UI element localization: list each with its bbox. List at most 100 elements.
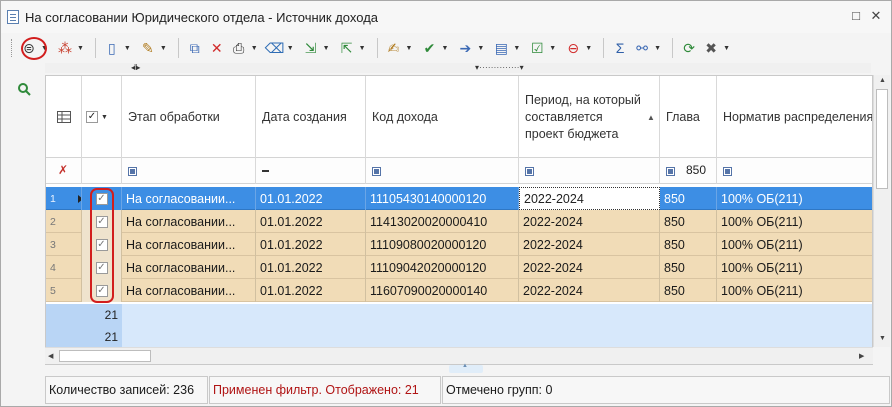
dropdown-arrow-icon[interactable]: ▼	[477, 45, 484, 52]
search-icon[interactable]	[17, 82, 31, 96]
group-summary-row[interactable]: 21	[46, 326, 872, 348]
dropdown-arrow-icon[interactable]: ▼	[723, 45, 730, 52]
cell-period[interactable]: 2022-2024	[519, 233, 660, 256]
cell-code[interactable]: 11607090020000140	[366, 279, 519, 302]
archive-button[interactable]: ▤ ▼	[490, 36, 526, 60]
multi-select-button[interactable]: ⁂ ▼	[54, 36, 90, 60]
select-all-header[interactable]: ✓ ▼	[82, 76, 122, 158]
filter-condition-icon[interactable]	[128, 167, 137, 176]
scroll-down-icon[interactable]: ▼	[879, 335, 886, 342]
dropdown-arrow-icon[interactable]: ▼	[251, 45, 258, 52]
column-chooser-cell[interactable]	[46, 76, 82, 158]
cell-date[interactable]: 01.01.2022	[256, 187, 366, 210]
close-button[interactable]: ✕	[869, 8, 883, 24]
document-edit-button[interactable]: ✍ ▼	[383, 36, 419, 60]
print-button[interactable]: ⎙ ▼	[228, 36, 264, 60]
dropdown-arrow-icon[interactable]: ▼	[359, 45, 366, 52]
filter-code[interactable]	[366, 158, 519, 184]
row-number-cell[interactable]: 5	[46, 279, 82, 302]
cell-code[interactable]: 11105430140000120	[366, 187, 519, 210]
filter-condition-icon[interactable]	[666, 167, 675, 176]
dropdown-arrow-icon[interactable]: ▼	[287, 45, 294, 52]
filter-stage[interactable]	[122, 158, 256, 184]
check-document-button[interactable]: ☑ ▼	[526, 36, 562, 60]
cell-stage[interactable]: На согласовании...	[122, 279, 256, 302]
cell-stage[interactable]: На согласовании...	[122, 210, 256, 233]
cell-date[interactable]: 01.01.2022	[256, 256, 366, 279]
table-row[interactable]: 4 ✓ На согласовании... 01.01.2022 1110904202…	[46, 256, 872, 279]
column-header-chapter[interactable]: Глава	[660, 76, 717, 158]
cell-period[interactable]: 2022-2024	[519, 187, 660, 210]
export-button[interactable]: ⇱ ▼	[336, 36, 372, 60]
table-row[interactable]: 2 ✓ На согласовании... 01.01.2022 1141302002…	[46, 210, 872, 233]
import-button[interactable]: ⇲ ▼	[300, 36, 336, 60]
column-header-period[interactable]: Период, на который составляется проект б…	[519, 76, 660, 158]
filter-condition-icon[interactable]	[723, 167, 732, 176]
cell-stage[interactable]: На согласовании...	[122, 256, 256, 279]
dropdown-arrow-icon[interactable]: ▼	[513, 45, 520, 52]
cell-norm[interactable]: 100% ОБ(211)	[717, 233, 872, 256]
cell-code[interactable]: 11109042020000120	[366, 256, 519, 279]
group-summary-row[interactable]: 21	[46, 304, 872, 326]
dropdown-arrow-icon[interactable]: ▼	[160, 45, 167, 52]
approve-button[interactable]: ✔ ▼	[418, 36, 454, 60]
clear-button[interactable]: ⌫ ▼	[264, 36, 300, 60]
maximize-button[interactable]: □	[849, 8, 863, 23]
column-header-code[interactable]: Код дохода	[366, 76, 519, 158]
dropdown-arrow-icon[interactable]: ▼	[654, 45, 661, 52]
filter-date[interactable]	[256, 158, 366, 184]
filter-check-cell[interactable]	[82, 158, 122, 184]
scroll-right-icon[interactable]: ▶	[859, 352, 864, 360]
cell-stage[interactable]: На согласовании...	[122, 187, 256, 210]
cell-date[interactable]: 01.01.2022	[256, 279, 366, 302]
dropdown-arrow-icon[interactable]: ▼	[77, 45, 84, 52]
row-number-cell[interactable]: 4	[46, 256, 82, 279]
cell-date[interactable]: 01.01.2022	[256, 210, 366, 233]
horizontal-scroll-thumb[interactable]	[59, 350, 151, 362]
table-row[interactable]: 1 ✓ На согласовании... 01.01.2022 1110543014…	[46, 187, 872, 210]
filter-condition-icon[interactable]	[372, 167, 381, 176]
cell-norm[interactable]: 100% ОБ(211)	[717, 279, 872, 302]
edit-document-button[interactable]: ✎ ▼	[137, 36, 173, 60]
splitter-handle-right[interactable]: ▾ · · · · · · · · · · · · · · ▾	[475, 63, 524, 72]
scroll-left-icon[interactable]: ◀	[48, 352, 53, 360]
dropdown-arrow-icon[interactable]: ▼	[124, 45, 131, 52]
filter-period[interactable]	[519, 158, 660, 184]
row-number-cell[interactable]: 1	[46, 187, 82, 210]
cell-code[interactable]: 11109080020000120	[366, 233, 519, 256]
filter-condition-icon[interactable]	[525, 167, 534, 176]
cell-chapter[interactable]: 850	[660, 210, 717, 233]
cell-date[interactable]: 01.01.2022	[256, 233, 366, 256]
dropdown-arrow-icon[interactable]: ▼	[406, 45, 413, 52]
scroll-up-icon[interactable]: ▲	[879, 77, 886, 84]
vertical-scroll-thumb[interactable]	[876, 89, 888, 189]
cell-period[interactable]: 2022-2024	[519, 279, 660, 302]
cell-period[interactable]: 2022-2024	[519, 256, 660, 279]
cell-norm[interactable]: 100% ОБ(211)	[717, 187, 872, 210]
bottom-panel-splitter[interactable]	[449, 363, 483, 373]
dropdown-arrow-icon[interactable]: ▼	[549, 45, 556, 52]
dropdown-arrow-icon[interactable]: ▼	[323, 45, 330, 52]
select-all-dropdown-icon[interactable]: ▼	[101, 109, 108, 126]
copy-button[interactable]: ⧉	[184, 36, 206, 60]
dropdown-arrow-icon[interactable]: ▼	[585, 45, 592, 52]
cell-chapter[interactable]: 850	[660, 256, 717, 279]
cell-stage[interactable]: На согласовании...	[122, 233, 256, 256]
filter-chapter-value[interactable]: 850	[686, 163, 706, 177]
table-row[interactable]: 5 ✓ На согласовании... 01.01.2022 1160709002…	[46, 279, 872, 302]
link-button[interactable]: ⚯ ▼	[631, 36, 667, 60]
cell-norm[interactable]: 100% ОБ(211)	[717, 210, 872, 233]
column-header-date[interactable]: Дата создания	[256, 76, 366, 158]
cell-chapter[interactable]: 850	[660, 187, 717, 210]
table-row[interactable]: 3 ✓ На согласовании... 01.01.2022 1110908002…	[46, 233, 872, 256]
dropdown-arrow-icon[interactable]: ▼	[441, 45, 448, 52]
filter-condition-minus-icon[interactable]	[262, 170, 269, 172]
column-header-stage[interactable]: Этап обработки	[122, 76, 256, 158]
horizontal-scrollbar[interactable]: ◀ ▶	[45, 347, 873, 364]
reject-button[interactable]: ⊖ ▼	[562, 36, 598, 60]
splitter-handle-left[interactable]: ◂‖▸	[131, 63, 140, 72]
filter-chapter[interactable]: 850	[660, 158, 717, 184]
vertical-scrollbar[interactable]: ▲ ▼	[873, 75, 890, 347]
column-header-norm[interactable]: Норматив распределения	[717, 76, 872, 158]
new-document-button[interactable]: ▯ ▼	[101, 36, 137, 60]
